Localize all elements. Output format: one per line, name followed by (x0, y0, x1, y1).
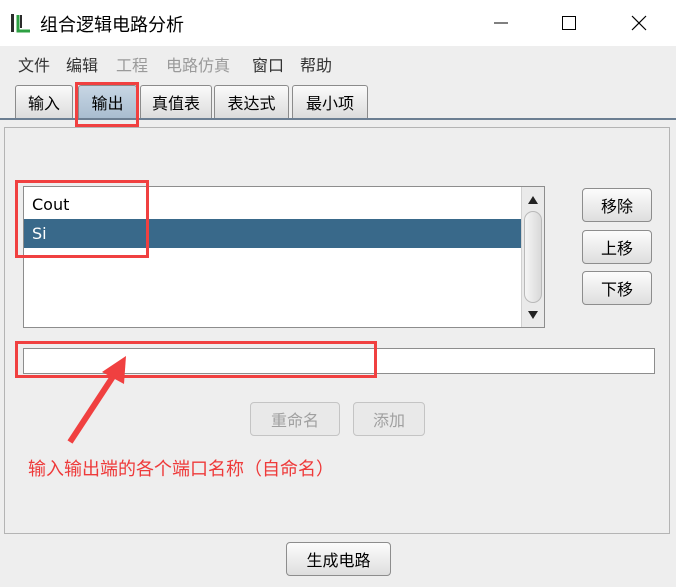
close-button[interactable] (610, 0, 668, 46)
minimize-button[interactable] (472, 0, 530, 46)
tab-truth-table[interactable]: 真值表 (140, 85, 212, 118)
maximize-icon (562, 16, 576, 30)
arrow-up-icon (528, 196, 538, 204)
remove-button[interactable]: 移除 (582, 188, 652, 222)
list-item-si[interactable]: Si (24, 219, 521, 248)
menu-simulation[interactable]: 电路仿真 (166, 52, 230, 76)
tab-output[interactable]: 输出 (78, 85, 137, 118)
move-down-button[interactable]: 下移 (582, 271, 652, 305)
minimize-icon (494, 22, 508, 24)
generate-circuit-button[interactable]: 生成电路 (286, 542, 391, 576)
add-button[interactable]: 添加 (353, 402, 425, 436)
menu-bar: 文件 编辑 工程 电路仿真 窗口 帮助 (0, 46, 676, 78)
tab-strip: 输入 输出 真值表 表达式 最小项 (0, 78, 676, 120)
scroll-thumb[interactable] (524, 211, 542, 303)
menu-window[interactable]: 窗口 (252, 52, 284, 76)
menu-help[interactable]: 帮助 (300, 52, 332, 76)
tab-input[interactable]: 输入 (15, 85, 73, 118)
menu-file[interactable]: 文件 (18, 52, 50, 76)
maximize-button[interactable] (540, 0, 598, 46)
close-icon (631, 15, 647, 31)
arrow-down-icon (528, 311, 538, 319)
rename-button[interactable]: 重命名 (250, 402, 340, 436)
tab-minterms[interactable]: 最小项 (292, 85, 368, 118)
window-title: 组合逻辑电路分析 (40, 15, 184, 36)
move-up-button[interactable]: 上移 (582, 230, 652, 264)
menu-edit[interactable]: 编辑 (66, 52, 98, 76)
annotation-arrow-icon (67, 356, 126, 444)
list-item-cout[interactable]: Cout (24, 190, 521, 219)
circuit-app-icon (11, 14, 30, 33)
annotation-text: 输入输出端的各个端口名称（自命名） (28, 459, 334, 480)
menu-project[interactable]: 工程 (116, 52, 148, 76)
list-scrollbar[interactable] (521, 187, 544, 327)
scroll-up-arrow[interactable] (522, 189, 544, 211)
title-bar: 组合逻辑电路分析 (0, 0, 676, 46)
tab-expression[interactable]: 表达式 (214, 85, 289, 118)
scroll-down-arrow[interactable] (522, 304, 544, 326)
output-list[interactable]: Cout Si (23, 186, 545, 328)
